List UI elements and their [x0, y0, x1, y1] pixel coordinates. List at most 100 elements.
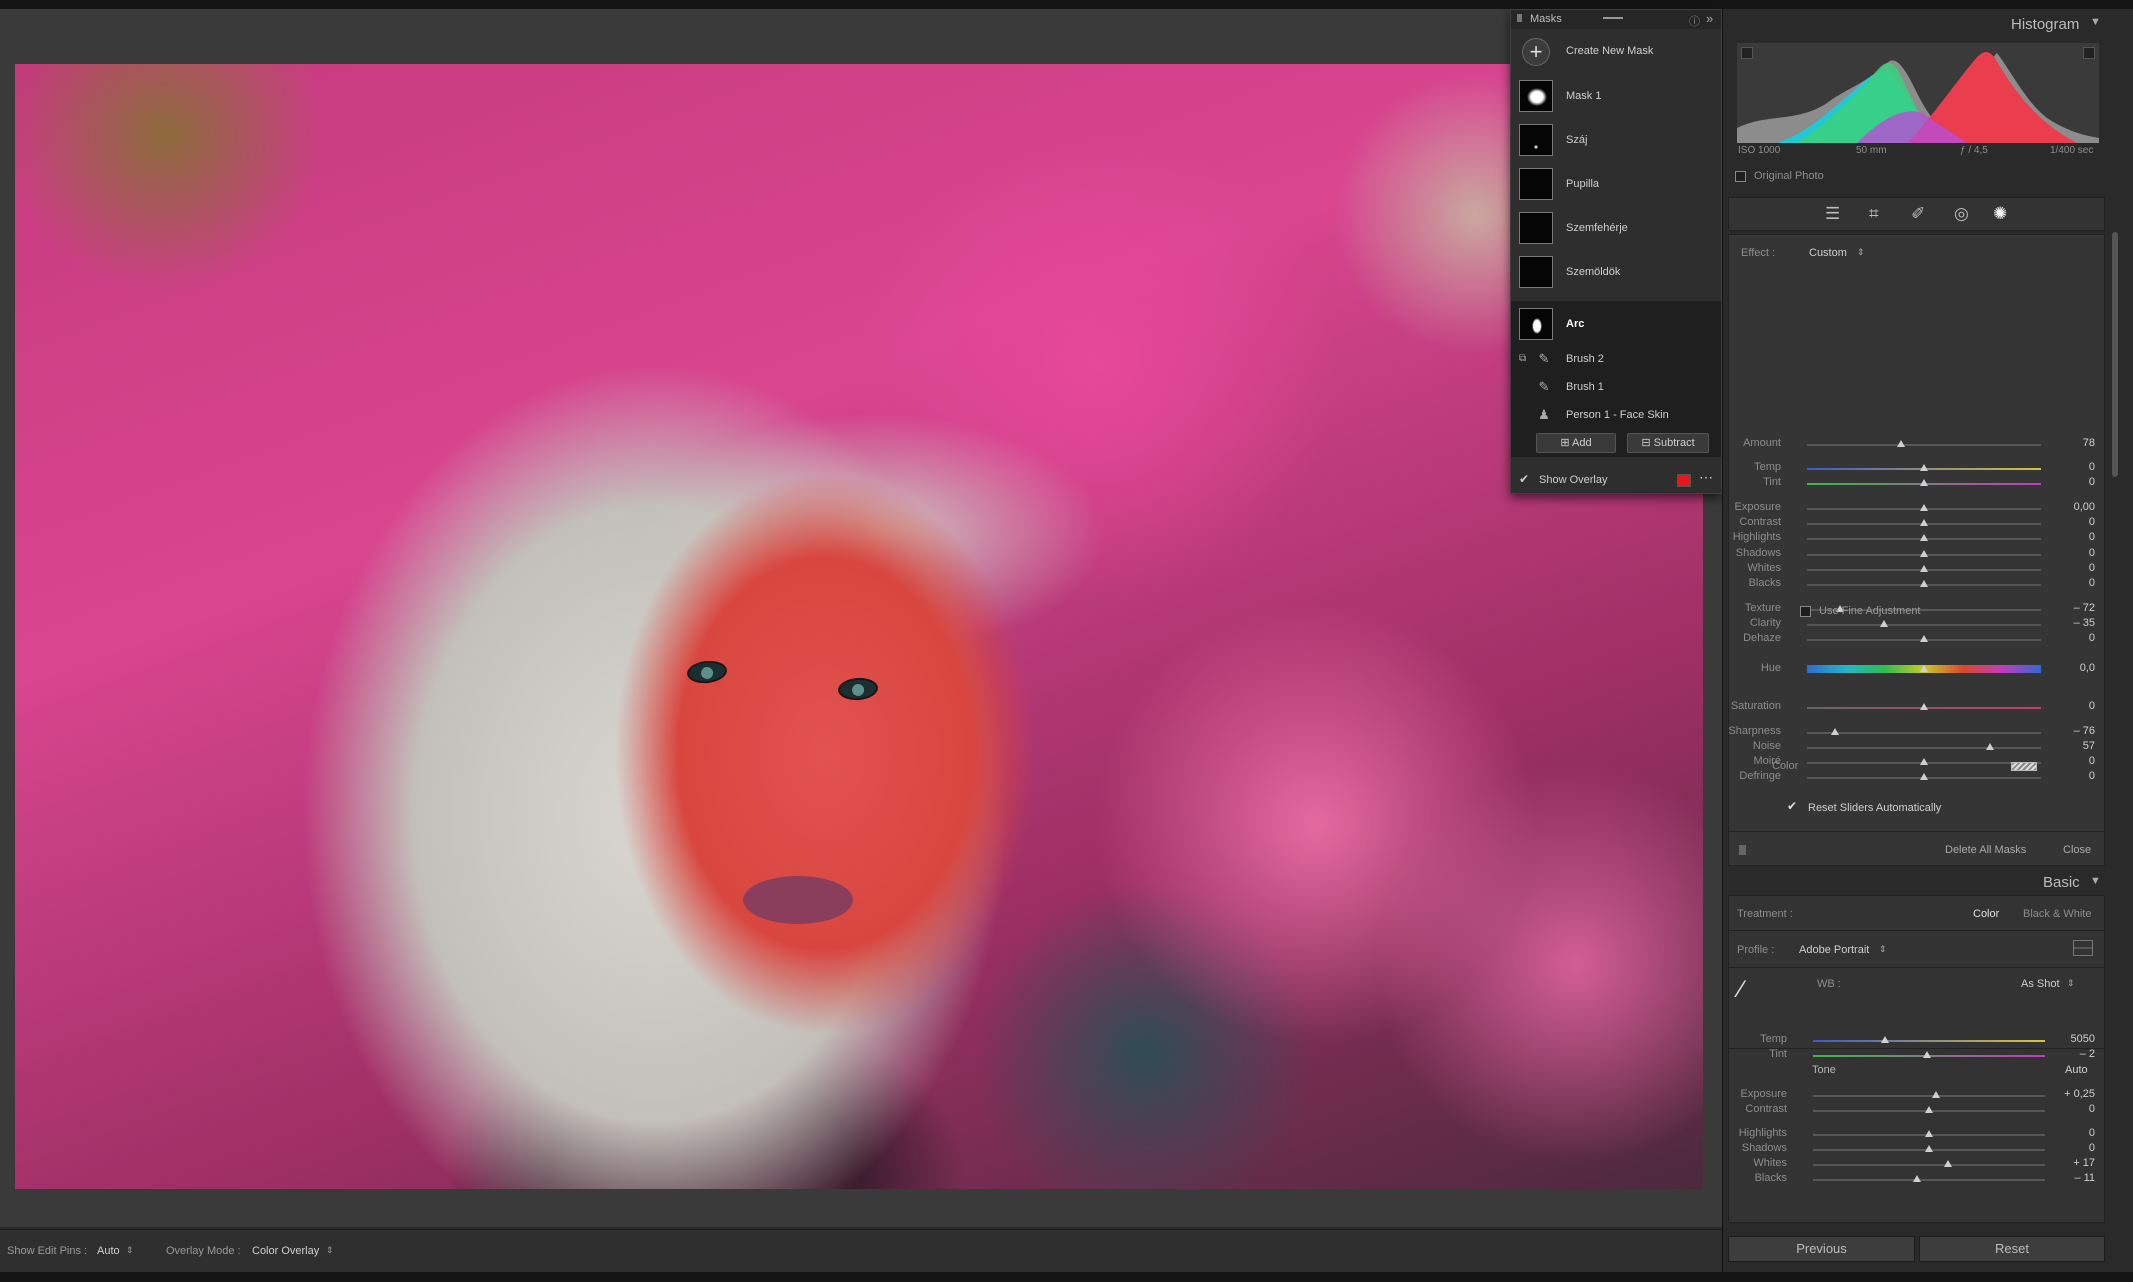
blacks-slider-handle[interactable] — [1920, 580, 1928, 587]
collapse-icon[interactable]: » — [1706, 11, 1713, 26]
close-button[interactable]: Close — [2063, 844, 2091, 856]
saturation-value[interactable]: 0 — [2039, 700, 2095, 712]
profile-browser-icon[interactable] — [2073, 940, 2093, 956]
grip-icon[interactable] — [1517, 14, 1522, 22]
highlights-value[interactable]: 0 — [2039, 531, 2095, 543]
effect-preset-select[interactable]: Custom — [1809, 247, 1847, 259]
shadows-slider-handle[interactable] — [1920, 550, 1928, 557]
mask-component-row[interactable]: ⧉ ✎ Brush 2 — [1511, 345, 1721, 373]
exposure-value[interactable]: + 0,25 — [2039, 1088, 2095, 1100]
sharpness-value[interactable]: – 76 — [2039, 725, 2095, 737]
moire-value[interactable]: 0 — [2039, 755, 2095, 767]
treatment-color-button[interactable]: Color — [1973, 908, 1999, 920]
minimize-icon[interactable] — [1603, 17, 1623, 19]
tint-value[interactable]: 0 — [2039, 476, 2095, 488]
moire-slider-handle[interactable] — [1920, 758, 1928, 765]
panel-toggle-icon[interactable] — [1739, 845, 1746, 855]
blacks-slider-handle[interactable] — [1913, 1175, 1922, 1182]
show-pins-select[interactable]: Auto — [97, 1245, 120, 1257]
clarity-value[interactable]: – 35 — [2039, 617, 2095, 629]
dehaze-slider-handle[interactable] — [1920, 635, 1928, 642]
highlights-slider-handle[interactable] — [1920, 534, 1928, 541]
clarity-slider-handle[interactable] — [1880, 620, 1889, 627]
chevron-updown-icon[interactable]: ⇕ — [1879, 944, 1887, 955]
histogram[interactable] — [1737, 43, 2099, 143]
chevron-updown-icon[interactable]: ⇕ — [2067, 978, 2075, 989]
previous-button[interactable]: Previous — [1728, 1236, 1915, 1262]
mask-item-selected[interactable]: Arc — [1511, 301, 1721, 345]
exposure-slider-track[interactable] — [1813, 1095, 2045, 1097]
highlights-value[interactable]: 0 — [2039, 1127, 2095, 1139]
chevron-updown-icon[interactable]: ⇕ — [326, 1245, 334, 1256]
exposure-slider-handle[interactable] — [1931, 1091, 1940, 1098]
temp-slider-track[interactable] — [1813, 1040, 2045, 1042]
mask-item[interactable]: Pupilla — [1511, 161, 1721, 205]
mask-item[interactable]: Mask 1 — [1511, 73, 1721, 117]
amount-slider-handle[interactable] — [1896, 440, 1905, 447]
white-balance-picker-icon[interactable]: ⁄ — [1739, 976, 1743, 1004]
temp-slider-handle[interactable] — [1920, 464, 1928, 471]
collapse-triangle-icon[interactable]: ▼ — [2090, 16, 2101, 28]
masks-panel-header[interactable]: Masks ⓘ » — [1511, 10, 1721, 29]
mask-item[interactable]: Szemfehérje — [1511, 205, 1721, 249]
blacks-value[interactable]: – 11 — [2039, 1172, 2095, 1184]
shadows-slider-handle[interactable] — [1925, 1145, 1933, 1152]
hue-value[interactable]: 0,0 — [2039, 662, 2095, 674]
tint-slider-handle[interactable] — [1922, 1051, 1931, 1058]
whites-slider-track[interactable] — [1813, 1164, 2045, 1166]
tint-value[interactable]: – 2 — [2039, 1048, 2095, 1060]
healing-icon[interactable]: ✐ — [1911, 204, 1925, 224]
dehaze-value[interactable]: 0 — [2039, 632, 2095, 644]
basic-title[interactable]: Basic — [2043, 874, 2080, 891]
delete-all-masks-button[interactable]: Delete All Masks — [1945, 844, 2026, 856]
mask-item[interactable]: Szemöldök — [1511, 249, 1721, 293]
highlight-clip-indicator[interactable] — [2083, 47, 2095, 59]
blacks-slider-track[interactable] — [1813, 1179, 2045, 1181]
masking-icon[interactable]: ✺ — [1993, 204, 2007, 224]
chevron-updown-icon[interactable]: ⇕ — [126, 1245, 134, 1256]
wb-select[interactable]: As Shot — [2021, 978, 2060, 990]
contrast-value[interactable]: 0 — [2039, 516, 2095, 528]
shadows-value[interactable]: 0 — [2039, 547, 2095, 559]
whites-value[interactable]: + 17 — [2039, 1157, 2095, 1169]
image-canvas[interactable] — [0, 9, 1722, 1227]
chevron-updown-icon[interactable]: ⇕ — [1857, 247, 1865, 258]
noise-slider-handle[interactable] — [1985, 743, 1994, 750]
collapse-triangle-icon[interactable]: ▼ — [2090, 875, 2101, 887]
amount-slider-track[interactable] — [1807, 444, 2041, 446]
red-eye-icon[interactable]: ◎ — [1954, 204, 1969, 224]
temp-value[interactable]: 0 — [2039, 461, 2095, 473]
color-swatch[interactable] — [2011, 762, 2037, 771]
panel-scrollbar[interactable] — [2112, 232, 2118, 477]
profile-select[interactable]: Adobe Portrait — [1799, 944, 1869, 956]
noise-slider-track[interactable] — [1807, 747, 2041, 749]
contrast-value[interactable]: 0 — [2039, 1103, 2095, 1115]
shadow-clip-indicator[interactable] — [1741, 47, 1753, 59]
whites-slider-handle[interactable] — [1943, 1160, 1952, 1167]
original-photo-checkbox[interactable] — [1735, 171, 1746, 182]
temp-slider-handle[interactable] — [1880, 1036, 1889, 1043]
sharpness-slider-handle[interactable] — [1831, 728, 1840, 735]
shadows-value[interactable]: 0 — [2039, 1142, 2095, 1154]
blacks-value[interactable]: 0 — [2039, 577, 2095, 589]
reset-button[interactable]: Reset — [1919, 1236, 2105, 1262]
defringe-slider-handle[interactable] — [1920, 773, 1928, 780]
show-overlay-checkbox[interactable]: ✔ — [1519, 472, 1529, 486]
help-icon[interactable]: ⓘ — [1689, 13, 1700, 29]
defringe-value[interactable]: 0 — [2039, 770, 2095, 782]
texture-value[interactable]: – 72 — [2039, 602, 2095, 614]
crop-icon[interactable]: ⌗ — [1869, 204, 1879, 224]
mask-component-row[interactable]: ♟ Person 1 - Face Skin — [1511, 401, 1721, 429]
temp-value[interactable]: 5050 — [2039, 1033, 2095, 1045]
saturation-slider-handle[interactable] — [1920, 703, 1928, 710]
histogram-title[interactable]: Histogram — [2011, 16, 2079, 33]
create-new-mask-button[interactable]: + Create New Mask — [1511, 29, 1721, 73]
fine-adjustment-checkbox[interactable] — [1800, 606, 1811, 617]
highlights-slider-handle[interactable] — [1925, 1130, 1933, 1137]
tint-slider-handle[interactable] — [1920, 479, 1928, 486]
auto-tone-button[interactable]: Auto — [2065, 1064, 2088, 1076]
reset-sliders-checkbox[interactable]: ✔ — [1787, 799, 1797, 813]
whites-value[interactable]: 0 — [2039, 562, 2095, 574]
edit-sliders-icon[interactable]: ☰ — [1825, 204, 1840, 224]
clarity-slider-track[interactable] — [1807, 624, 2041, 626]
